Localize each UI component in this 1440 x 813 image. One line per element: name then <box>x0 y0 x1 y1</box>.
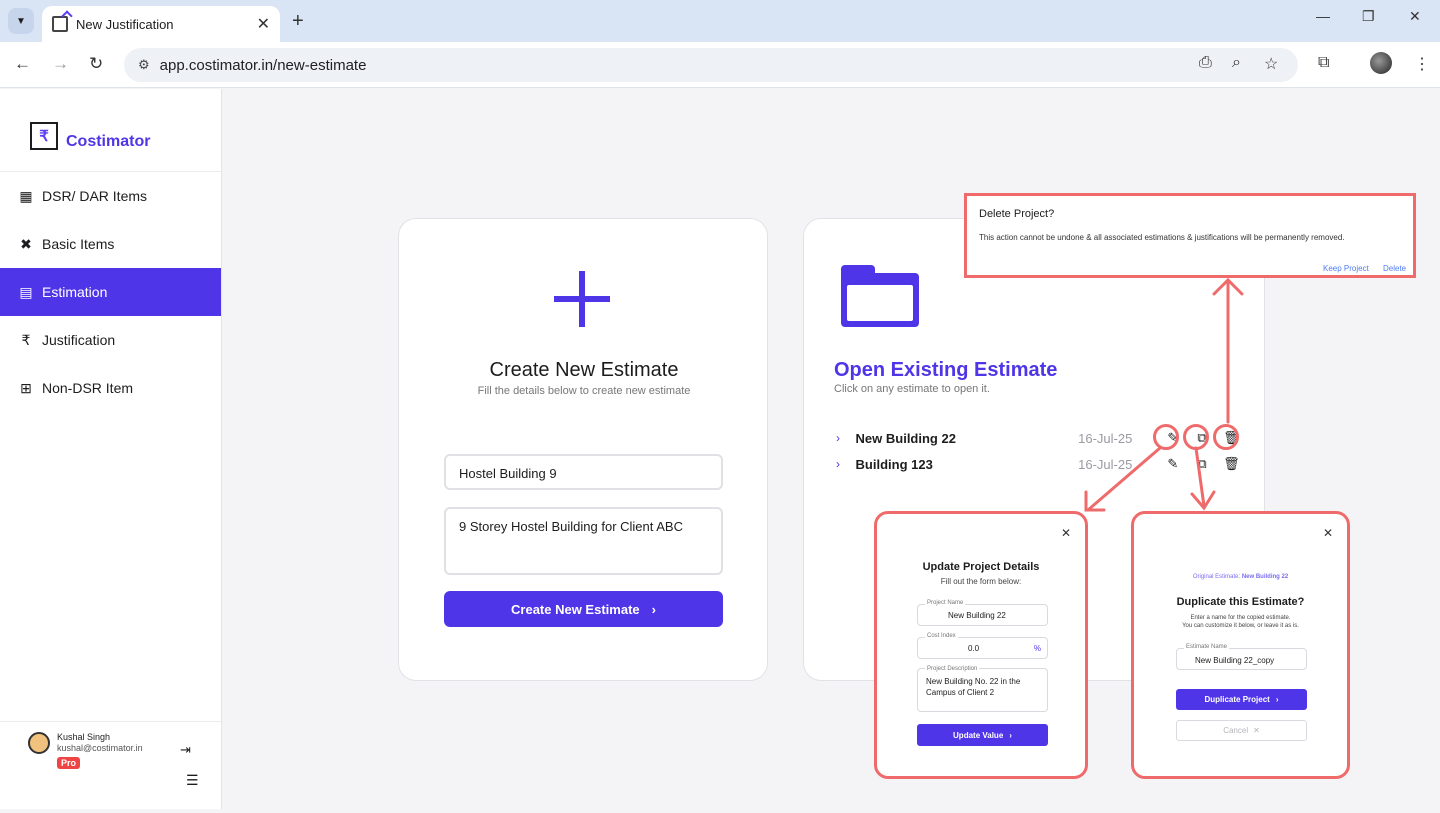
update-dialog-subtitle: Fill out the form below: <box>940 577 1022 586</box>
close-icon[interactable]: ✕ <box>1323 526 1333 540</box>
arrow-to-update <box>1086 446 1162 512</box>
duplicate-dialog-line1: Enter a name for the copied estimate. <box>1190 615 1291 621</box>
original-name: New Building 22 <box>1241 574 1289 580</box>
delete-project-dialog: Delete Project? This action cannot be un… <box>964 193 1416 278</box>
duplicate-dialog-line2: You can customize it below, or leave it … <box>1182 623 1299 629</box>
original-label: Original Estimate: <box>1192 574 1241 580</box>
duplicate-estimate-dialog: ✕ Original Estimate: New Building 22 Dup… <box>1131 511 1350 779</box>
close-icon[interactable]: ✕ <box>1061 526 1071 540</box>
project-name-field[interactable]: Project Name New Building 22 <box>917 600 1048 626</box>
estimate-name-field[interactable]: Estimate Name New Building 22_copy <box>1176 644 1307 670</box>
button-label: Duplicate Project <box>1204 695 1270 704</box>
chevron-right-icon: › <box>1009 730 1012 740</box>
keep-project-button[interactable]: Keep Project <box>1323 264 1369 273</box>
cancel-button[interactable]: Cancel ✕ <box>1176 720 1307 741</box>
chevron-right-icon: › <box>1275 695 1279 704</box>
percent-unit: % <box>1033 644 1041 653</box>
delete-dialog-message: This action cannot be undone & all assoc… <box>979 233 1345 242</box>
update-value-button[interactable]: Update Value › <box>917 724 1048 746</box>
field-label: Project Description <box>925 664 980 675</box>
field-label: Estimate Name <box>1184 644 1230 650</box>
update-dialog-title: Update Project Details <box>922 561 1040 573</box>
cost-index-field[interactable]: Cost Index 0.0 % <box>917 633 1048 659</box>
button-label: Update Value <box>953 730 1004 740</box>
field-label: Cost Index <box>925 633 958 639</box>
field-label: Project Name <box>925 600 966 606</box>
original-estimate-label: Original Estimate: New Building 22 <box>1134 574 1347 580</box>
field-value: New Building 22 <box>948 611 1006 620</box>
duplicate-dialog-title: Duplicate this Estimate? <box>1176 596 1305 608</box>
arrow-to-duplicate <box>1194 446 1206 508</box>
button-label: Cancel <box>1223 726 1249 735</box>
delete-dialog-title: Delete Project? <box>979 208 1055 220</box>
delete-button[interactable]: Delete <box>1383 264 1406 273</box>
field-value: New Building 22_copy <box>1195 656 1275 665</box>
field-value: New Building No. 22 in the Campus of Cli… <box>926 677 1021 697</box>
close-small-icon: ✕ <box>1253 726 1260 735</box>
field-value: 0.0 <box>968 644 980 653</box>
project-description-field[interactable]: Project Description New Building No. 22 … <box>917 664 1048 712</box>
duplicate-project-button[interactable]: Duplicate Project › <box>1176 689 1307 710</box>
update-project-dialog: ✕ Update Project Details Fill out the fo… <box>874 511 1088 779</box>
